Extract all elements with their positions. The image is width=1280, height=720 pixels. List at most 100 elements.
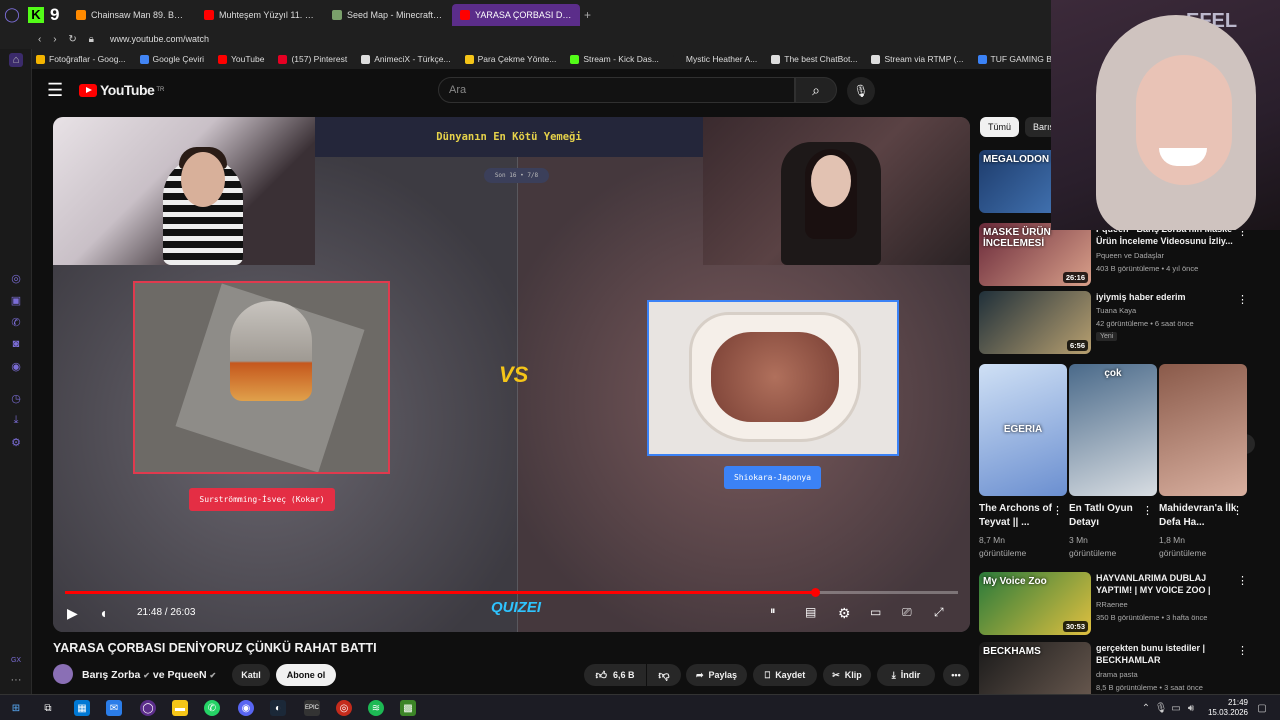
settings-button[interactable]: ⚙: [838, 605, 851, 622]
video-thumbnail[interactable]: MASKE ÜRÜN İNCELEMESİ 26:16: [979, 223, 1091, 286]
browser-tab[interactable]: Seed Map - Minecraft App: [324, 4, 452, 26]
theater-button[interactable]: ▭: [870, 605, 881, 619]
download-icon[interactable]: ⤓: [9, 413, 23, 427]
video-player[interactable]: Dünyanın En Kötü Yemeği Son 16 • 7/8 Sur…: [53, 117, 970, 632]
progress-bar[interactable]: [65, 588, 958, 597]
download-button[interactable]: ⤓ İndir: [877, 664, 935, 686]
kebab-menu-icon[interactable]: ⋮: [1237, 293, 1248, 306]
hamburger-menu-icon[interactable]: ☰: [47, 80, 67, 101]
bookmark-item[interactable]: The best ChatBot...: [771, 54, 857, 64]
minecraft-icon[interactable]: ▩: [400, 700, 416, 716]
bookmark-item[interactable]: Stream - Kick Das...: [570, 54, 659, 64]
whatsapp-taskbar-icon[interactable]: ✆: [204, 700, 220, 716]
kebab-menu-icon[interactable]: ⋮: [1232, 504, 1243, 517]
tray-chevron-icon[interactable]: ⌃: [1140, 700, 1152, 716]
search-button[interactable]: ⌕: [795, 77, 837, 103]
bookmark-item[interactable]: Para Çekme Yönte...: [464, 54, 556, 64]
task-view-icon[interactable]: ⧉: [40, 700, 56, 716]
autoplay-toggle[interactable]: ⏸: [770, 605, 776, 618]
speaker-icon[interactable]: 🔊︎: [1185, 700, 1197, 716]
share-button[interactable]: ➦ Paylaş: [686, 664, 747, 686]
short-thumbnail[interactable]: çok: [1069, 364, 1157, 496]
subtitles-button[interactable]: ▤: [805, 605, 816, 619]
system-clock[interactable]: 21:49 15.03.2026: [1208, 698, 1248, 718]
join-button[interactable]: Katıl: [232, 664, 270, 686]
notifications-icon[interactable]: ▢: [1254, 700, 1270, 716]
search-input[interactable]: Ara: [438, 77, 795, 103]
video-thumbnail[interactable]: 6:56: [979, 291, 1091, 354]
recommended-title[interactable]: gerçekten bunu istediler | BECKHAMLAR: [1096, 642, 1244, 666]
browser-tab[interactable]: Chainsaw Man 89. Bölüm: [68, 4, 196, 26]
voice-search-button[interactable]: 🎙︎: [847, 77, 875, 105]
avatar[interactable]: [53, 664, 73, 684]
instagram-icon[interactable]: ◙: [9, 337, 23, 351]
short-title[interactable]: The Archons of Teyvat || ...: [979, 502, 1059, 530]
bookmark-item[interactable]: Stream via RTMP (...: [871, 54, 964, 64]
channel-name[interactable]: Barış Zorba ✔ ve PqueeN ✔: [82, 669, 216, 681]
url-text[interactable]: www.youtube.com/watch: [110, 34, 209, 44]
dislike-button[interactable]: 👎︎: [647, 664, 681, 686]
video-thumbnail[interactable]: My Voice Zoo 30:53: [979, 572, 1091, 635]
bookmark-item[interactable]: Google Çeviri: [139, 54, 204, 64]
bookmark-item[interactable]: Fotoğraflar - Goog...: [36, 54, 126, 64]
epic-games-icon[interactable]: EPIC: [304, 700, 320, 716]
recommended-video[interactable]: My Voice Zoo 30:53 HAYVANLARIMA DUBLAJ YAP…: [979, 572, 1269, 636]
mail-icon[interactable]: ✉: [106, 700, 122, 716]
cast-button[interactable]: ⎚: [902, 605, 912, 620]
recommended-video[interactable]: 6:56 iyiymiş haber ederim Tuana Kaya 42 gör…: [979, 291, 1269, 355]
history-icon[interactable]: ◷: [9, 391, 23, 405]
spotify-icon[interactable]: ≋: [368, 700, 384, 716]
short-thumbnail[interactable]: [1159, 364, 1247, 496]
opera-gx-icon[interactable]: ◯: [140, 700, 156, 716]
kebab-menu-icon[interactable]: ⋮: [1237, 644, 1248, 657]
new-tab-icon[interactable]: +: [584, 8, 591, 22]
kebab-menu-icon[interactable]: ⋮: [1052, 504, 1063, 517]
obs-icon[interactable]: ◎: [336, 700, 352, 716]
kebab-menu-icon[interactable]: ⋮: [1142, 504, 1153, 517]
windows-start-icon[interactable]: ⊞: [8, 700, 24, 716]
chip-all[interactable]: Tümü: [980, 117, 1020, 137]
aria-icon[interactable]: ◎: [9, 271, 23, 285]
short-thumbnail[interactable]: EGERIA: [979, 364, 1067, 496]
network-icon[interactable]: ▭: [1170, 700, 1182, 716]
play-button[interactable]: ▶: [67, 605, 78, 622]
short-title[interactable]: En Tatlı Oyun Detayı: [1069, 502, 1149, 530]
bookmark-item[interactable]: TUF GAMING B66: [977, 54, 1061, 64]
save-button[interactable]: ⎕ Kaydet: [753, 664, 817, 686]
short-title[interactable]: Mahidevran'a İlk Defa Ha...: [1159, 502, 1239, 530]
gx-icon[interactable]: GX: [9, 653, 23, 667]
more-icon[interactable]: ···: [9, 673, 23, 687]
bookmark-item[interactable]: YouTube: [218, 54, 264, 64]
reload-icon[interactable]: ↻: [68, 34, 76, 45]
like-button[interactable]: 👍︎ 6,6 B: [584, 664, 646, 686]
browser-tab[interactable]: Muhteşem Yüzyıl 11. Bölüm: [196, 4, 324, 26]
recommended-video[interactable]: MASKE ÜRÜN İNCELEMESİ26:16Pqueen - Barış…: [979, 223, 1269, 287]
home-icon[interactable]: ⌂: [9, 53, 23, 67]
forward-icon[interactable]: ›: [53, 34, 56, 45]
mic-tray-icon[interactable]: 🎙︎: [1155, 700, 1168, 716]
recommended-channel[interactable]: Pqueen ve Dadaşlar: [1096, 250, 1164, 261]
opera-icon[interactable]: ◯: [0, 0, 24, 29]
app-9-icon[interactable]: 9: [50, 5, 64, 25]
bookmark-item[interactable]: (157) Pinterest: [278, 54, 347, 64]
discord-icon[interactable]: ◉: [9, 359, 23, 373]
youtube-logo[interactable]: YouTube TR: [79, 82, 164, 98]
volume-button[interactable]: ◖: [99, 605, 107, 621]
fullscreen-button[interactable]: ⤢: [934, 605, 944, 620]
clip-button[interactable]: ✂ Klip: [823, 664, 871, 686]
browser-tab[interactable]: YARASA ÇORBASI DENİYO: [452, 3, 580, 26]
subscribe-button[interactable]: Abone ol: [276, 664, 336, 686]
folder-icon[interactable]: ▬: [172, 700, 188, 716]
recommended-title[interactable]: iyiymiş haber ederim: [1096, 291, 1244, 303]
recommended-channel[interactable]: Tuana Kaya: [1096, 305, 1136, 316]
discord-taskbar-icon[interactable]: ◉: [238, 700, 254, 716]
kick-icon[interactable]: K: [28, 6, 44, 23]
recommended-channel[interactable]: RRaenee: [1096, 599, 1128, 610]
back-icon[interactable]: ‹: [38, 34, 41, 45]
twitch-icon[interactable]: ▣: [9, 293, 23, 307]
steam-icon[interactable]: ◐: [270, 700, 286, 716]
more-actions-button[interactable]: •••: [943, 664, 969, 686]
bookmark-item[interactable]: Mystic Heather A...: [672, 54, 757, 64]
settings-icon[interactable]: ⚙: [9, 435, 23, 449]
whatsapp-icon[interactable]: ✆: [9, 315, 23, 329]
